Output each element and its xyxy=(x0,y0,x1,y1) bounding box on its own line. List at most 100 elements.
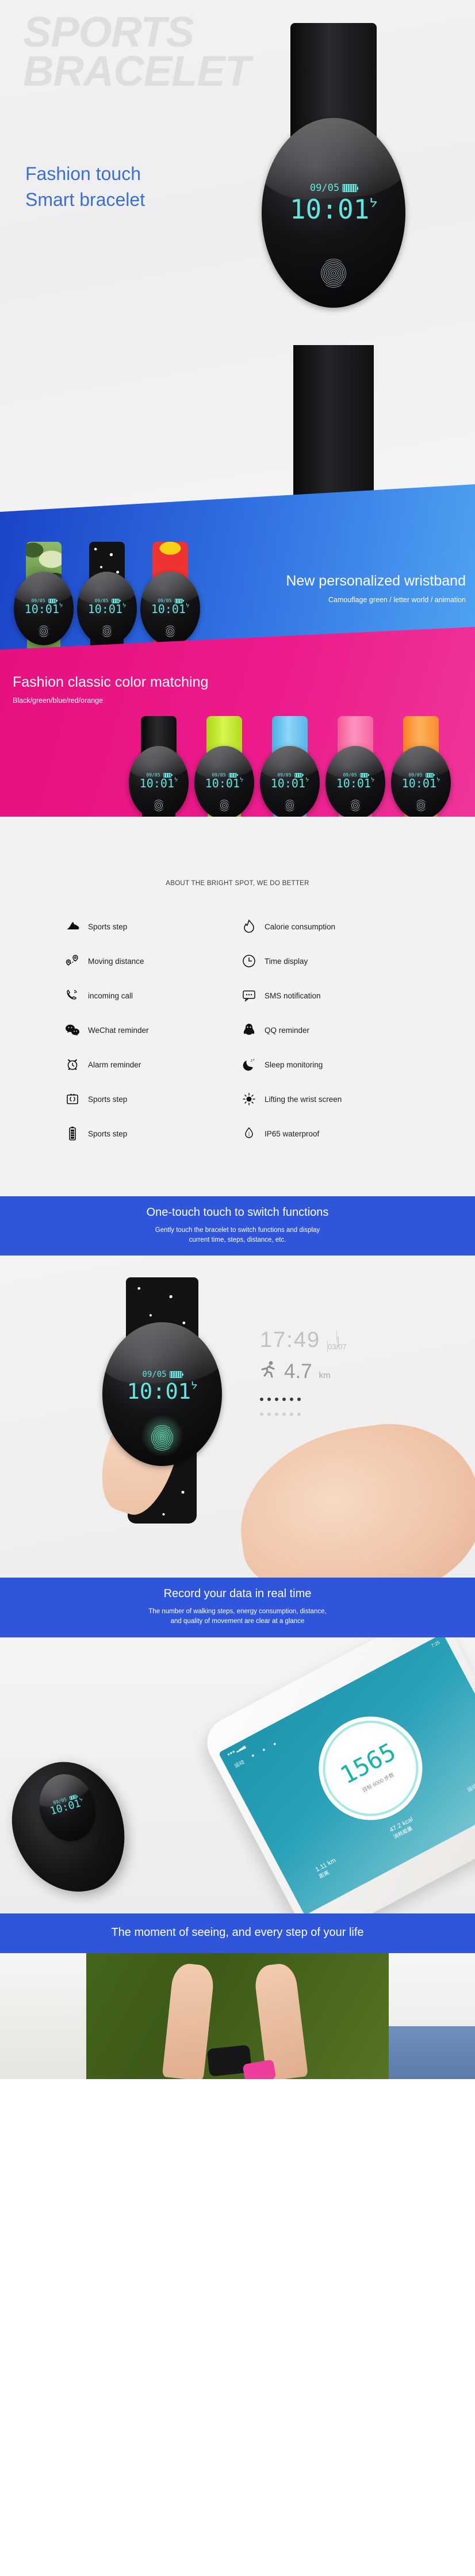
watch-color-red: 09/05 10:01 ᔭ xyxy=(324,716,386,817)
fingerprint-icon xyxy=(165,625,175,637)
steps-value: 1565 xyxy=(335,1737,401,1790)
watch-face: 09/05 10:01 ᔭ xyxy=(129,746,189,817)
watch-band-bottom xyxy=(293,345,374,512)
battery-icon xyxy=(169,1371,183,1378)
wechat-icon xyxy=(65,1023,80,1038)
hero-watch: 09/05 10:01 ᔭ xyxy=(262,23,405,512)
dot xyxy=(290,1398,293,1402)
feature-label: Calorie consumption xyxy=(265,922,336,931)
cta-title: One-touch touch to switch functions xyxy=(146,1206,329,1219)
bluetooth-icon: ᔭ xyxy=(191,1379,198,1392)
person-right xyxy=(389,1953,475,2079)
watch-screen: 09/05 10:01 ᔭ xyxy=(77,598,137,615)
watch-time: 10:01 xyxy=(401,776,436,791)
watch-face: 09/05 10:01 ᔭ xyxy=(77,572,137,645)
cta-title: Record your data in real time xyxy=(163,1587,312,1601)
watch-time: 10:01 xyxy=(270,776,305,791)
watch-color-blue: 09/05 10:01 ᔭ xyxy=(259,716,321,817)
watch-face: 09/05 10:01 ᔭ xyxy=(260,746,320,817)
message-bubble-icon xyxy=(242,988,256,1003)
touch-glow-indicator xyxy=(141,1414,183,1457)
phone-ringing-icon xyxy=(65,988,80,1003)
features-section: ABOUT THE BRIGHT SPOT, WE DO BETTER Spor… xyxy=(0,817,475,1196)
fingerprint-icon xyxy=(321,258,346,288)
watch-time: 10:01 xyxy=(205,776,240,791)
feature-label: Sports step xyxy=(88,1094,128,1104)
feature-label: incoming call xyxy=(88,991,133,1000)
watch-time: 10:01 xyxy=(139,776,174,791)
stat-date-value: 03/07 xyxy=(328,1342,347,1352)
pagination-dots-inactive[interactable] xyxy=(260,1413,347,1417)
feature-sms-notification: SMS notification xyxy=(242,988,410,1003)
product-landing-page: SPORTS BRACELET Fashion touch Smart brac… xyxy=(0,0,475,2079)
watch-animation-comic: 09/05 10:01 ᔭ xyxy=(139,542,201,657)
feature-sports-step: Sports step xyxy=(65,919,233,934)
tab-sport[interactable]: 运动 xyxy=(233,1758,246,1769)
feature-ip65-waterproof: IP65 waterproof xyxy=(242,1126,410,1141)
dot xyxy=(297,1413,301,1417)
battery-icon xyxy=(342,184,359,193)
qq-penguin-icon xyxy=(242,1023,256,1038)
watch-screen: 09/05 10:01 ᔭ xyxy=(102,1370,222,1402)
bluetooth-icon: ᔭ xyxy=(239,777,244,784)
hand-illustration xyxy=(228,1412,475,1578)
fingerprint-icon xyxy=(285,799,295,812)
fingerprint-icon xyxy=(102,625,112,637)
battery-icon xyxy=(294,772,304,778)
dot xyxy=(275,1413,278,1417)
tab-dot-1[interactable]: ● xyxy=(250,1752,256,1760)
watch-screen: 09/05 10:01 ᔭ xyxy=(194,772,254,789)
watch-face: 09/05 10:01 ᔭ xyxy=(140,572,200,645)
water-drop-icon xyxy=(242,1126,256,1141)
watch-time: 10:01 xyxy=(24,602,59,617)
hero-title: Fashion touch Smart bracelet xyxy=(25,163,145,210)
feature-sleep-monitoring: z z Sleep monitoring xyxy=(242,1057,410,1072)
fingerprint-icon xyxy=(219,799,229,812)
watch-color-green: 09/05 10:01 ᔭ xyxy=(193,716,255,817)
feature-label: Sleep monitoring xyxy=(265,1060,323,1069)
battery-icon xyxy=(65,1126,80,1141)
watch-face: 09/05 10:01 ᔭ xyxy=(102,1322,222,1467)
battery-icon xyxy=(228,772,238,778)
bluetooth-icon: ᔭ xyxy=(59,603,63,610)
map-pin-route-icon xyxy=(65,954,80,969)
feature-label: Moving distance xyxy=(88,956,144,966)
watch-screen: 09/05 10:01 ᔭ xyxy=(325,772,385,789)
feature-label: WeChat reminder xyxy=(88,1025,149,1035)
touch-demo-stats: 17:49 03/07 4.7 km xyxy=(260,1329,347,1417)
feature-battery-sports-step: Sports step xyxy=(65,1126,233,1141)
feature-wechat-reminder: WeChat reminder xyxy=(65,1023,233,1038)
dot xyxy=(267,1413,271,1417)
dot xyxy=(297,1398,301,1402)
bluetooth-icon: ᔭ xyxy=(174,777,178,784)
metric-calories: 47.2 kcal 消耗能量 xyxy=(389,1816,418,1840)
tab-dot-2[interactable]: ● xyxy=(261,1746,267,1754)
tab-dot-3[interactable]: ● xyxy=(272,1740,278,1748)
metric-activity: 运动大少 xyxy=(466,1777,475,1799)
banner-subtitle: Black/green/blue/red/orange xyxy=(13,696,104,705)
feature-label: Sports step xyxy=(88,1129,128,1138)
watch-time: 10:01 xyxy=(336,776,371,791)
cta-subtitle: Gently touch the bracelet to switch func… xyxy=(155,1227,320,1243)
feature-lifting-wrist-screen: Lifting the wrist screen xyxy=(242,1092,410,1107)
bracelet-product-shot: 09/05 10:01 ᔭ xyxy=(0,1748,140,1907)
features-heading: ABOUT THE BRIGHT SPOT, WE DO BETTER xyxy=(166,880,309,887)
cta-subtitle: The number of walking steps, energy cons… xyxy=(148,1608,327,1625)
personalized-watch-row: 09/05 10:01 ᔭ 09/05 10:01 ᔭ 09/05 10:01 … xyxy=(13,542,201,657)
bluetooth-icon: ᔭ xyxy=(305,777,309,784)
watch-screen: 09/05 10:01 ᔭ xyxy=(260,772,320,789)
battery-icon xyxy=(48,598,58,603)
battery-icon xyxy=(111,598,121,603)
touch-demo-section: 09/05 10:01 ᔭ 17:49 03/07 4.7 km xyxy=(0,1256,475,1578)
fingerprint-icon xyxy=(416,799,426,812)
smartphone-mockup: ●●● ▂▃▄ 7:25 运动 ● ● ● 1565 目标 6000 步数 1.… xyxy=(198,1637,475,1913)
bluetooth-icon: ᔭ xyxy=(369,196,378,211)
stat-distance-row: 4.7 km xyxy=(260,1360,347,1383)
pagination-dots-active[interactable] xyxy=(260,1398,347,1402)
banner-title: Fashion classic color matching xyxy=(13,674,209,690)
cta-record-data: Record your data in real time The number… xyxy=(0,1578,475,1637)
battery-icon xyxy=(359,772,369,778)
app-showcase-section: ●●● ▂▃▄ 7:25 运动 ● ● ● 1565 目标 6000 步数 1.… xyxy=(0,1637,475,1913)
feature-incoming-call: incoming call xyxy=(65,988,233,1003)
running-shoe-icon xyxy=(65,919,80,934)
